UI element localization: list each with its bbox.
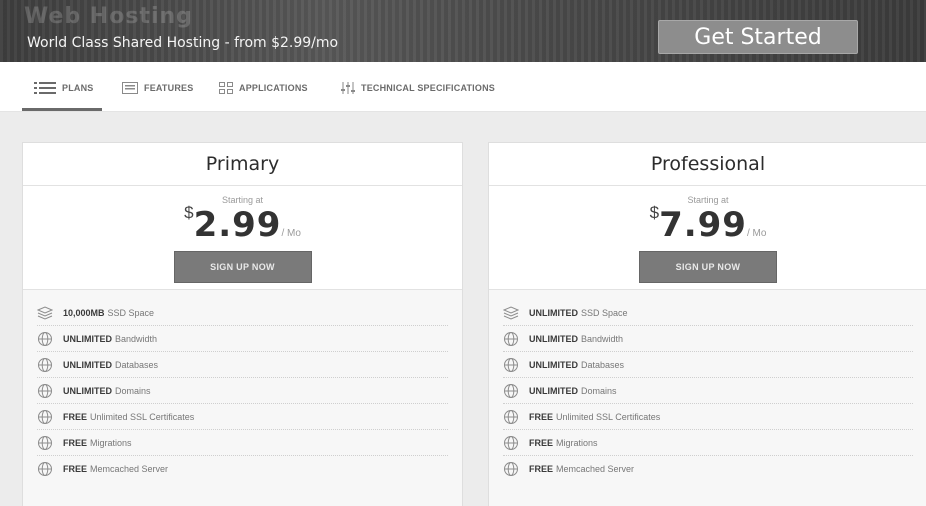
globe-icon: [37, 331, 53, 347]
globe-icon: [503, 409, 519, 425]
feature-text: Databases: [115, 359, 159, 370]
feature-highlight: UNLIMITED: [529, 307, 578, 318]
tab-technical-specifications-label: TECHNICAL SPECIFICATIONS: [361, 83, 495, 93]
feature-text: Unlimited SSL Certificates: [556, 411, 661, 422]
plan-name: Primary: [23, 143, 462, 186]
currency-symbol: $: [649, 203, 660, 222]
tab-applications-label: APPLICATIONS: [239, 83, 308, 93]
feature-highlight: FREE: [529, 411, 554, 422]
feature-highlight: FREE: [63, 464, 88, 474]
feature-item: FREE Memcached Server: [37, 456, 448, 482]
feature-text: Domains: [115, 385, 151, 396]
feature-item: UNLIMITED SSD Space: [503, 300, 913, 326]
plan-price-area: Starting at $7.99/ Mo SIGN UP NOW: [489, 186, 926, 290]
hero-banner: Web Hosting World Class Shared Hosting -…: [0, 0, 926, 62]
plans-section: Primary Starting at $2.99/ Mo SIGN UP NO…: [0, 112, 926, 506]
price-amount: 7.99: [659, 205, 747, 245]
plan-name: Professional: [489, 143, 926, 186]
feature-item: UNLIMITED Databases: [503, 352, 913, 378]
feature-list: 10,000MB SSD Space UNLIMITED Bandwidth U…: [23, 290, 462, 506]
get-started-button[interactable]: Get Started: [658, 20, 858, 54]
feature-text: SSD Space: [581, 307, 628, 318]
feature-text: Memcached Server: [556, 464, 635, 474]
feature-highlight: UNLIMITED: [529, 333, 578, 344]
globe-icon: [37, 383, 53, 399]
globe-icon: [37, 409, 53, 425]
feature-text: Unlimited SSL Certificates: [90, 411, 195, 422]
tab-features-label: FEATURES: [144, 83, 194, 93]
feature-item: FREE Migrations: [503, 430, 913, 456]
globe-icon: [37, 461, 53, 477]
feature-highlight: UNLIMITED: [63, 385, 112, 396]
feature-item: FREE Unlimited SSL Certificates: [503, 404, 913, 430]
feature-highlight: UNLIMITED: [529, 385, 578, 396]
sign-up-button[interactable]: SIGN UP NOW: [173, 251, 312, 283]
feature-item: 10,000MB SSD Space: [37, 300, 448, 326]
feature-highlight: UNLIMITED: [63, 333, 112, 344]
feature-item: FREE Unlimited SSL Certificates: [37, 404, 448, 430]
plan-card-professional: Professional Starting at $7.99/ Mo SIGN …: [488, 142, 926, 506]
feature-item: FREE Migrations: [37, 430, 448, 456]
feature-text: Memcached Server: [90, 464, 169, 474]
feature-item: UNLIMITED Bandwidth: [503, 326, 913, 352]
feature-highlight: FREE: [529, 464, 554, 474]
feature-highlight: FREE: [63, 411, 88, 422]
feature-highlight: FREE: [63, 437, 88, 448]
feature-text: Bandwidth: [581, 333, 624, 344]
hero-title: Web Hosting: [24, 4, 193, 29]
feature-item: FREE Memcached Server: [503, 456, 913, 482]
feature-text: Migrations: [556, 437, 598, 448]
tab-plans[interactable]: PLANS: [34, 80, 94, 96]
price-period: / Mo: [746, 228, 767, 239]
currency-symbol: $: [184, 203, 194, 222]
plan-price: $7.99/ Mo: [489, 204, 926, 242]
list-icon: [34, 82, 56, 94]
feature-text: Migrations: [90, 437, 132, 448]
active-tab-indicator: [22, 108, 102, 111]
feature-highlight: FREE: [529, 437, 554, 448]
feature-highlight: UNLIMITED: [63, 359, 112, 370]
globe-icon: [37, 357, 53, 373]
feature-item: UNLIMITED Domains: [503, 378, 913, 404]
tab-technical-specifications[interactable]: TECHNICAL SPECIFICATIONS: [341, 80, 495, 96]
grid-icon: [219, 82, 233, 94]
globe-icon: [37, 435, 53, 451]
globe-icon: [503, 331, 519, 347]
feature-highlight: UNLIMITED: [529, 359, 578, 370]
storage-icon: [503, 305, 519, 321]
feature-item: UNLIMITED Domains: [37, 378, 448, 404]
feature-list: UNLIMITED SSD Space UNLIMITED Bandwidth …: [489, 290, 926, 506]
globe-icon: [503, 383, 519, 399]
globe-icon: [503, 461, 519, 477]
feature-text: SSD Space: [107, 307, 155, 318]
globe-icon: [503, 357, 519, 373]
feature-item: UNLIMITED Databases: [37, 352, 448, 378]
storage-icon: [37, 305, 53, 321]
plan-price-area: Starting at $2.99/ Mo SIGN UP NOW: [23, 186, 462, 290]
tab-applications[interactable]: APPLICATIONS: [219, 80, 308, 96]
section-tabs: PLANS FEATURES APPLICATIONS TECHNICAL SP…: [0, 62, 926, 112]
feature-item: UNLIMITED Bandwidth: [37, 326, 448, 352]
globe-icon: [503, 435, 519, 451]
feature-text: Domains: [581, 385, 617, 396]
feature-text: Bandwidth: [115, 333, 158, 344]
hero-subtitle: World Class Shared Hosting - from $2.99/…: [27, 35, 339, 51]
features-icon: [122, 82, 138, 94]
sliders-icon: [341, 82, 355, 94]
feature-text: Databases: [581, 359, 625, 370]
feature-highlight: 10,000MB: [63, 307, 105, 318]
tab-features[interactable]: FEATURES: [122, 80, 193, 96]
plan-price: $2.99/ Mo: [23, 204, 462, 242]
plan-card-primary: Primary Starting at $2.99/ Mo SIGN UP NO…: [22, 142, 463, 506]
price-period: / Mo: [281, 228, 301, 239]
price-amount: 2.99: [193, 205, 282, 245]
tab-plans-label: PLANS: [62, 83, 94, 93]
sign-up-button[interactable]: SIGN UP NOW: [639, 251, 777, 283]
